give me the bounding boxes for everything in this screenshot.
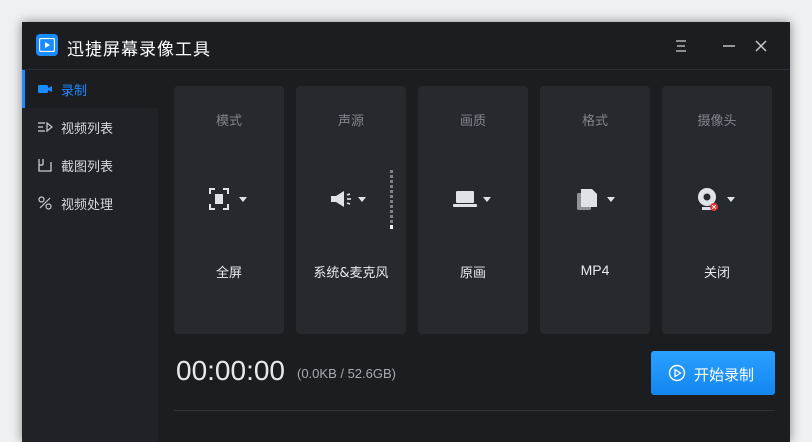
file-size-info: (0.0KB / 52.6GB) — [297, 366, 396, 381]
sidebar-item-screenshot-list[interactable]: 截图列表 — [22, 146, 158, 184]
play-circle-icon — [668, 364, 686, 382]
title-bar: 迅捷屏幕录像工具 — [22, 22, 790, 70]
webcam-icon[interactable] — [696, 186, 740, 216]
file-icon[interactable] — [576, 186, 620, 214]
app-title: 迅捷屏幕录像工具 — [67, 40, 211, 60]
format-value: MP4 — [580, 262, 610, 278]
card-title: 声源 — [337, 114, 364, 129]
screenshot-list-icon — [38, 159, 52, 172]
video-process-icon — [38, 196, 52, 210]
minimize-button[interactable] — [719, 36, 739, 56]
webcam-card[interactable]: 摄像头 关闭 — [662, 86, 772, 334]
sidebar-item-label: 视频处理 — [61, 198, 114, 213]
card-title: 格式 — [581, 114, 608, 129]
app-window: 迅捷屏幕录像工具 录制 视频列表 截图列表 视频处理 模式 全屏 声源 系统&麦… — [22, 22, 790, 442]
menu-button[interactable] — [671, 36, 691, 56]
close-icon — [755, 40, 767, 52]
minimize-icon — [723, 45, 735, 47]
recording-timer: 00:00:00 — [176, 355, 285, 386]
menu-icon — [676, 40, 686, 52]
sidebar-item-label: 截图列表 — [61, 160, 114, 175]
sidebar-item-video-process[interactable]: 视频处理 — [22, 184, 158, 222]
app-logo-icon — [36, 34, 58, 56]
audio-source-value: 系统&麦克风 — [313, 266, 389, 281]
quality-value: 原画 — [459, 266, 486, 281]
volume-level-meter — [390, 170, 393, 229]
mode-card[interactable]: 模式 全屏 — [174, 86, 284, 334]
mode-value: 全屏 — [215, 266, 242, 281]
card-title: 模式 — [215, 114, 242, 129]
video-list-icon — [38, 121, 53, 133]
close-button[interactable] — [751, 36, 771, 56]
sidebar-item-label: 视频列表 — [61, 122, 114, 137]
quality-card[interactable]: 画质 原画 — [418, 86, 528, 334]
card-title: 画质 — [459, 114, 486, 129]
sidebar-item-video-list[interactable]: 视频列表 — [22, 108, 158, 146]
start-recording-label: 开始录制 — [694, 366, 755, 384]
laptop-icon[interactable] — [452, 186, 496, 214]
speaker-icon[interactable] — [328, 186, 372, 214]
sidebar: 录制 视频列表 截图列表 视频处理 — [22, 70, 158, 442]
audio-source-card[interactable]: 声源 系统&麦克风 — [296, 86, 406, 334]
sidebar-item-record[interactable]: 录制 — [22, 70, 158, 108]
divider — [174, 410, 775, 411]
sidebar-item-label: 录制 — [61, 84, 88, 99]
format-card[interactable]: 格式 MP4 — [540, 86, 650, 334]
webcam-value: 关闭 — [703, 266, 730, 281]
fullscreen-icon[interactable] — [208, 186, 252, 214]
card-title: 摄像头 — [697, 114, 737, 129]
start-recording-button[interactable]: 开始录制 — [651, 351, 775, 395]
camera-icon — [38, 85, 52, 93]
